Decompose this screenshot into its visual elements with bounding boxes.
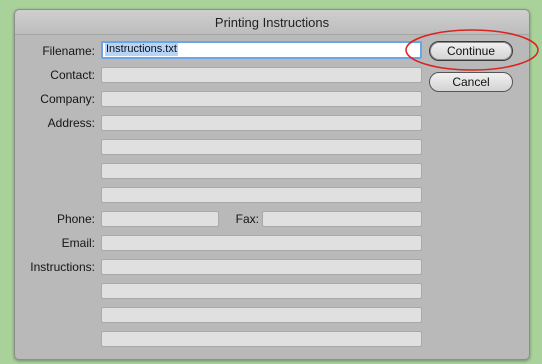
cancel-button[interactable]: Cancel (429, 72, 513, 92)
phone-label: Phone: (56, 212, 95, 226)
address-line-4-input[interactable] (101, 187, 422, 203)
address-line-3-input[interactable] (101, 163, 422, 179)
filename-input[interactable]: Instructions.txt (101, 41, 422, 59)
instructions-label: Instructions: (30, 260, 95, 274)
address-line-1-input[interactable] (101, 115, 422, 131)
company-label: Company: (40, 92, 95, 106)
dialog-titlebar: Printing Instructions (15, 10, 529, 35)
address-label: Address: (47, 116, 95, 130)
email-label: Email: (61, 236, 95, 250)
fax-input[interactable] (262, 211, 422, 227)
contact-input[interactable] (101, 67, 422, 83)
dialog-title: Printing Instructions (214, 15, 330, 30)
instructions-line-2-input[interactable] (101, 283, 422, 299)
email-input[interactable] (101, 235, 422, 251)
filename-value: Instructions.txt (105, 43, 178, 56)
instructions-line-4-input[interactable] (101, 331, 422, 347)
company-input[interactable] (101, 91, 422, 107)
printing-instructions-dialog: Printing Instructions Filename: Instruct… (14, 9, 530, 360)
address-line-2-input[interactable] (101, 139, 422, 155)
instructions-line-1-input[interactable] (101, 259, 422, 275)
contact-label: Contact: (50, 68, 95, 82)
filename-label: Filename: (42, 44, 95, 58)
instructions-line-3-input[interactable] (101, 307, 422, 323)
fax-label: Fax: (235, 212, 259, 226)
continue-button[interactable]: Continue (429, 41, 513, 61)
